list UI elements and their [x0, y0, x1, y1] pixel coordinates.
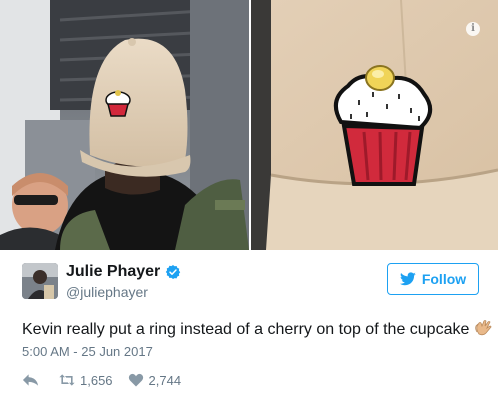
follow-label: Follow: [421, 271, 467, 287]
author-names[interactable]: Julie Phayer @juliephayer: [66, 262, 181, 300]
tweet-text: Kevin really put a ring instead of a che…: [22, 318, 492, 341]
reply-icon: [22, 374, 39, 386]
reply-button[interactable]: [22, 372, 39, 388]
cupcake-cap-closeup-photo[interactable]: [251, 0, 498, 250]
tweet-card: i Julie Phayer @juliephayer Follow Kevin…: [0, 0, 498, 403]
twitter-bird-icon: [399, 272, 416, 286]
like-button[interactable]: 2,744: [128, 372, 182, 388]
heart-icon: [128, 373, 143, 387]
handle[interactable]: @juliephayer: [66, 284, 181, 300]
tweet-actions: 1,656 2,744: [22, 371, 181, 389]
man-in-cupcake-cap-photo[interactable]: [0, 0, 249, 250]
verified-badge-icon: [166, 265, 181, 279]
avatar[interactable]: [22, 263, 58, 299]
retweet-count: 1,656: [80, 372, 113, 388]
tweet-timestamp[interactable]: 5:00 AM - 25 Jun 2017: [22, 344, 153, 359]
retweet-icon: [59, 374, 75, 386]
info-icon[interactable]: i: [466, 22, 480, 36]
retweet-button[interactable]: 1,656: [59, 372, 113, 388]
tweet-text-content: Kevin really put a ring instead of a che…: [22, 321, 470, 338]
display-name[interactable]: Julie Phayer: [66, 263, 160, 281]
like-count: 2,744: [148, 372, 182, 388]
tweet-header: Julie Phayer @juliephayer Follow: [22, 262, 482, 302]
clapping-hands-icon: [475, 320, 492, 336]
tweet-media[interactable]: i: [0, 0, 498, 250]
follow-button[interactable]: Follow: [387, 263, 479, 295]
